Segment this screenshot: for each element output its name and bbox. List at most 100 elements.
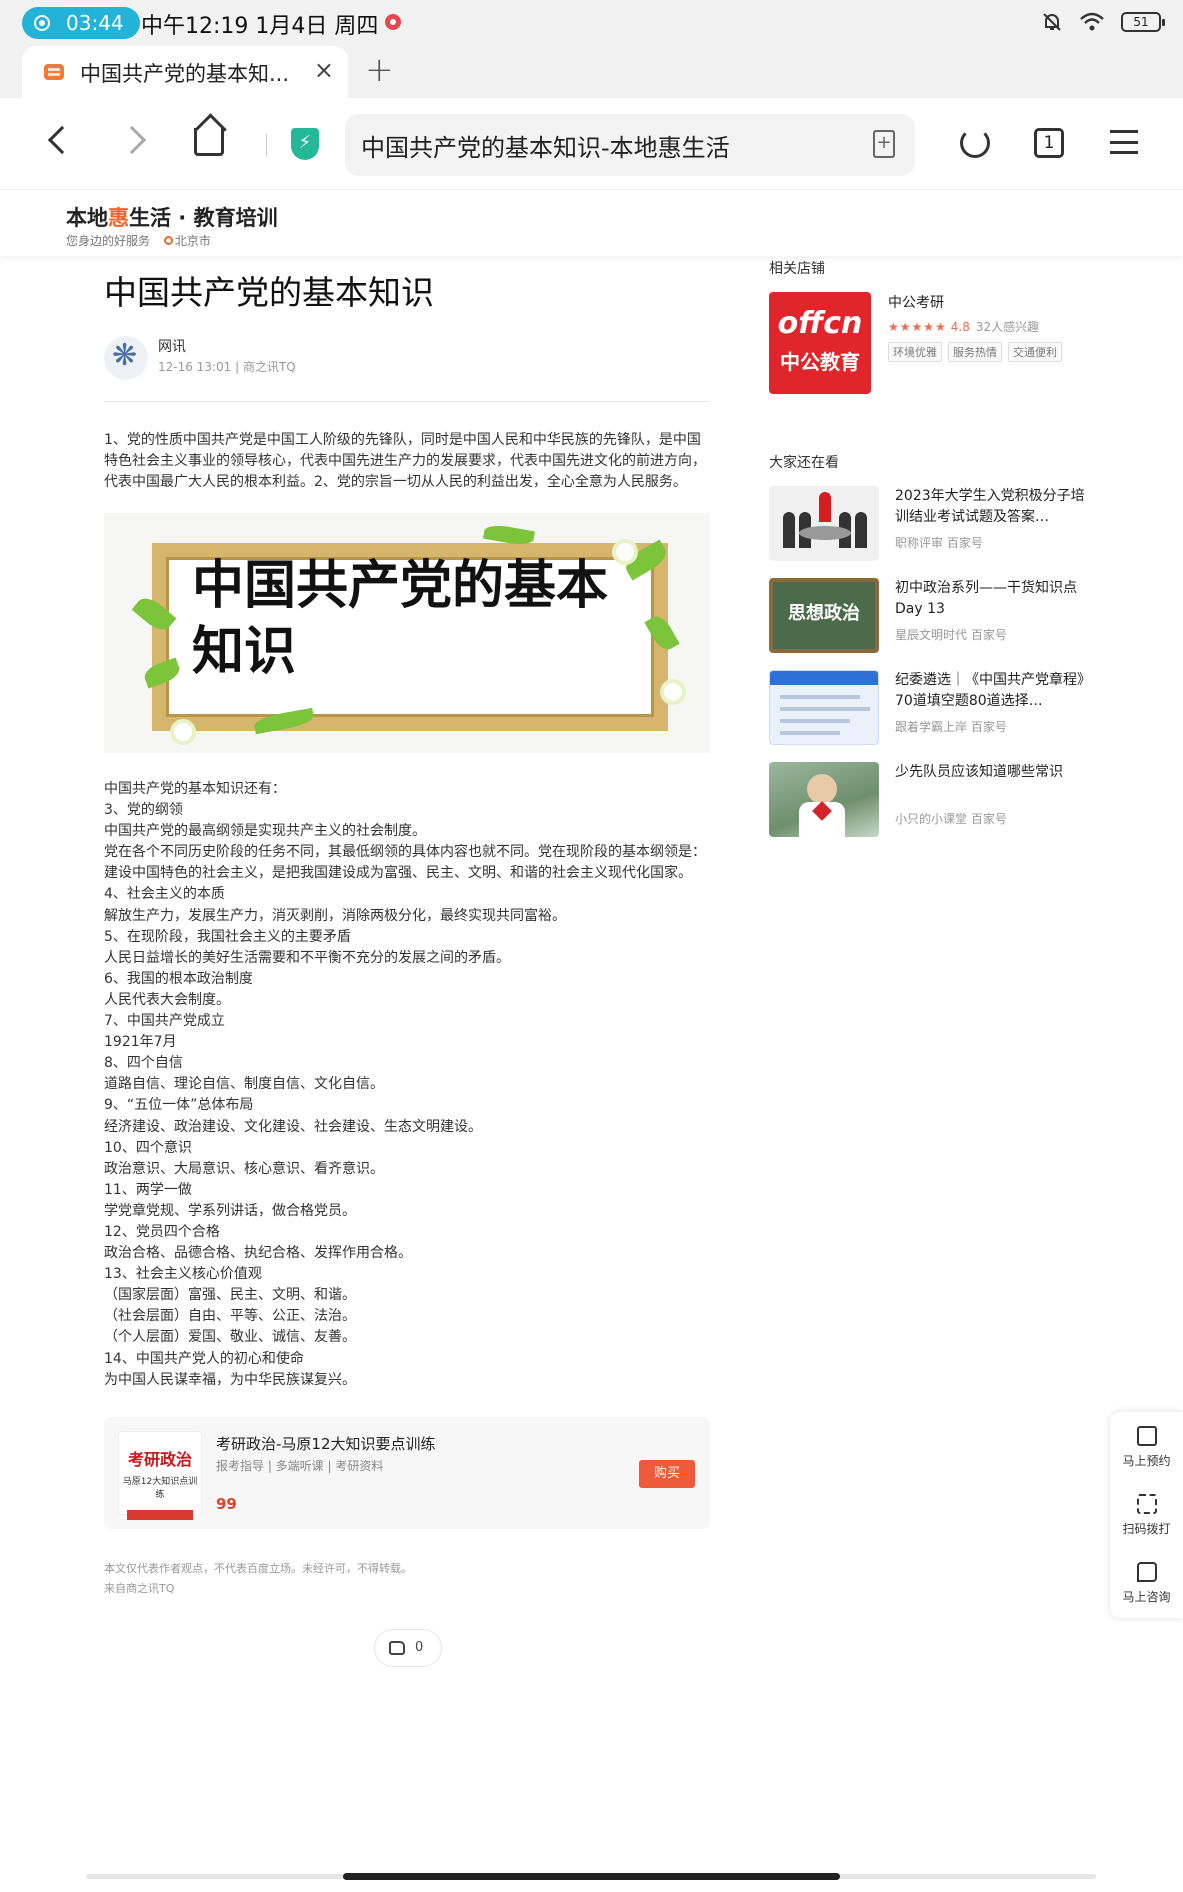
rating-value: 4.8: [950, 320, 970, 334]
rec-title[interactable]: 2023年大学生入党积极分子培训结业考试试题及答案…: [895, 486, 1085, 528]
logo-suffix: 生活 · 教育培训: [129, 206, 278, 230]
shop-logo[interactable]: offcn 中公教育: [769, 292, 871, 394]
flower-decoration: [664, 683, 682, 701]
thumb-subtitle: 马原12大知识点训练: [122, 1476, 198, 1500]
home-button[interactable]: [190, 122, 230, 162]
source-text[interactable]: 来自商之讯TQ: [104, 1579, 710, 1599]
rec-thumbnail: 思想政治: [769, 578, 879, 653]
figure-decoration: [783, 512, 795, 548]
article-paragraph: 3、党的纲领: [104, 802, 183, 819]
like-count: 0: [415, 1639, 424, 1655]
consult-button[interactable]: 马上咨询: [1110, 1552, 1183, 1618]
location[interactable]: 北京市: [163, 234, 211, 248]
scrollbar-thumb[interactable]: [343, 1873, 840, 1880]
slogan-text: 您身边的好服务: [66, 234, 151, 248]
menu-icon[interactable]: [1110, 130, 1138, 154]
site-logo[interactable]: 本地惠生活 · 教育培训: [66, 202, 278, 232]
star-rating-icon: ★★★★★: [888, 320, 947, 334]
calendar-icon: [1136, 1426, 1157, 1446]
book-now-button[interactable]: 马上预约: [1110, 1416, 1183, 1482]
shop-rating: ★★★★★ 4.8 32人感兴趣: [888, 318, 1039, 335]
article-paragraph: 人民代表大会制度。: [104, 991, 230, 1008]
article-paragraph: （社会层面）自由、平等、公正、法治。: [104, 1308, 356, 1325]
rec-title[interactable]: 初中政治系列——干货知识点 Day 13: [895, 578, 1085, 620]
new-tab-button[interactable]: +: [365, 50, 394, 90]
child-decoration: [807, 774, 837, 804]
tab-strip: 中国共产党的基本知... × +: [0, 46, 1183, 98]
url-text[interactable]: 中国共产党的基本知识-本地惠生活: [361, 128, 730, 163]
shop-card[interactable]: offcn 中公教育 中公考研 ★★★★★ 4.8 32人感兴趣 环境优雅 服务热情…: [769, 292, 1089, 408]
close-tab-icon[interactable]: ×: [314, 56, 334, 84]
mute-bell-icon: [1043, 13, 1061, 31]
like-button[interactable]: 0: [374, 1628, 442, 1667]
article-paragraph: 13、社会主义核心价值观: [104, 1266, 262, 1283]
article-paragraph: 政治合格、品德合格、执纪合格、发挥作用合格。: [104, 1245, 412, 1262]
article-paragraph: （国家层面）富强、民主、文明、和谐。: [104, 1287, 356, 1304]
status-bar: 03:44 中午12:19 1月4日 周四 51: [0, 0, 1183, 46]
reload-icon[interactable]: [960, 128, 990, 158]
security-shield-icon[interactable]: ⚡: [291, 128, 319, 160]
qr-code-icon: [1136, 1494, 1157, 1514]
forward-button[interactable]: [117, 122, 158, 162]
thumb-line: [780, 719, 850, 723]
rec-title[interactable]: 纪委遴选｜《中国共产党章程》70道填空题80道选择…: [895, 670, 1085, 712]
tabs-count-button[interactable]: 1: [1034, 128, 1064, 158]
article-body: 中国共产党的基本知识还有： 3、党的纲领中国共产党的最高纲领是实现共产主义的社会制…: [104, 779, 710, 1391]
figure-decoration: [855, 512, 867, 548]
logo-accent: 惠: [108, 206, 129, 230]
shop-logo-line2: 中公教育: [780, 350, 860, 374]
article-paragraph: 7、中国共产党成立: [104, 1013, 225, 1030]
shop-tag: 环境优雅: [888, 342, 942, 362]
back-button[interactable]: [40, 122, 80, 162]
battery-icon: 51: [1121, 12, 1165, 32]
article-paragraph: 12、党员四个合格: [104, 1223, 220, 1240]
status-datetime: 中午12:19 1月4日 周四: [141, 14, 379, 39]
wifi-icon: [1080, 12, 1104, 31]
thumb-title: 考研政治: [127, 1449, 192, 1469]
list-item[interactable]: 思想政治 初中政治系列——干货知识点 Day 13 星辰文明时代 百家号: [769, 578, 1089, 670]
article-paragraph: 道路自信、理论自信、制度自信、文化自信。: [104, 1076, 384, 1093]
article-paragraph: （个人层面）爱国、敬业、诚信、友善。: [104, 1329, 356, 1346]
list-item[interactable]: 2023年大学生入党积极分子培训结业考试试题及答案… 职称评审 百家号: [769, 486, 1089, 578]
author-name[interactable]: 网讯: [158, 336, 186, 356]
figure-decoration: [819, 492, 831, 522]
shop-tag: 服务热情: [948, 342, 1002, 362]
notification-dot-icon: [385, 14, 401, 30]
article-paragraph: 中国共产党的最高纲领是实现共产主义的社会制度。: [104, 823, 426, 840]
banner-title: 中国共产党的基本知识: [192, 556, 609, 682]
article-paragraph: 中国共产党的基本知识还有：: [104, 781, 286, 797]
product-title[interactable]: 考研政治-马原12大知识要点训练: [216, 1433, 436, 1454]
rec-source: 星辰文明时代 百家号: [895, 628, 1007, 642]
shop-name[interactable]: 中公考研: [888, 292, 944, 312]
rec-source: 小只的小课堂 百家号: [895, 812, 1007, 826]
rec-title[interactable]: 少先队员应该知道哪些常识: [895, 762, 1085, 783]
logo-prefix: 本地: [66, 206, 108, 230]
browser-tab[interactable]: 中国共产党的基本知... ×: [22, 46, 348, 98]
flower-decoration: [174, 723, 192, 741]
list-item[interactable]: 纪委遴选｜《中国共产党章程》70道填空题80道选择… 跟着学霸上岸 百家号: [769, 670, 1089, 762]
thumb-line: [780, 695, 860, 699]
product-card[interactable]: 考研政治 马原12大知识点训练 考研政治-马原12大知识要点训练 报考指导 | …: [104, 1416, 710, 1529]
article-paragraph: 政治意识、大局意识、核心意识、看齐意识。: [104, 1160, 384, 1177]
screen-record-pill[interactable]: 03:44: [22, 7, 140, 39]
location-text: 北京市: [174, 234, 211, 248]
address-bar[interactable]: 中国共产党的基本知识-本地惠生活 +: [345, 114, 915, 176]
disclaimer: 本文仅代表作者观点，不代表百度立场。未经许可，不得转载。 来自商之讯TQ: [104, 1559, 710, 1599]
list-item[interactable]: 少先队员应该知道哪些常识 小只的小课堂 百家号: [769, 762, 1089, 854]
thumbs-up-icon: [389, 1640, 405, 1655]
scan-call-button[interactable]: 扫码拨打: [1110, 1484, 1183, 1550]
site-header: 本地惠生活 · 教育培训 您身边的好服务 北京市: [0, 190, 1183, 256]
record-time: 03:44: [66, 11, 124, 35]
disclaimer-text: 本文仅代表作者观点，不代表百度立场。未经许可，不得转载。: [104, 1561, 412, 1575]
article-paragraph: 14、中国共产党人的初心和使命: [104, 1350, 304, 1367]
buy-button[interactable]: 购买: [639, 1459, 695, 1488]
article-banner-image: 中国共产党的基本知识: [104, 513, 710, 753]
author-avatar[interactable]: [104, 336, 148, 380]
shop-logo-line1: offcn: [777, 306, 863, 341]
article-paragraph: 学党章党规、学系列讲话，做合格党员。: [104, 1202, 356, 1219]
table-decoration: [799, 526, 851, 540]
author-info: 网讯 12-16 13:01 | 商之讯TQ: [104, 326, 710, 402]
add-bookmark-icon[interactable]: +: [873, 130, 895, 158]
favicon-icon: [44, 64, 64, 80]
article-paragraph: 党在各个不同历史阶段的任务不同，其最低纲领的具体内容也就不同。党在现阶段的基本纲…: [104, 844, 706, 882]
